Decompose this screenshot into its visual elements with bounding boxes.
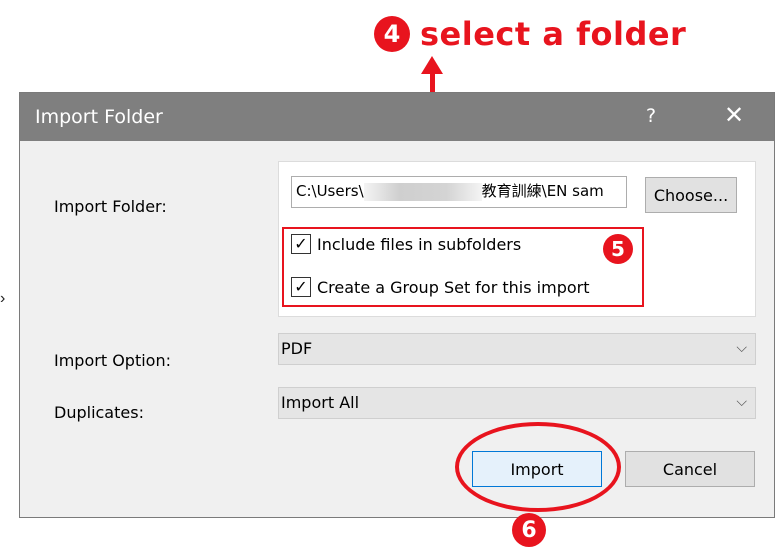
import-option-select[interactable]: PDF ⌵	[278, 333, 756, 365]
duplicates-select[interactable]: Import All ⌵	[278, 387, 756, 419]
import-option-value: PDF	[281, 339, 313, 358]
dialog-titlebar: Import Folder ? ✕	[20, 93, 774, 141]
step6-badge: 6	[512, 513, 546, 547]
step4-annotation: 4 select a folder	[374, 12, 686, 56]
duplicates-value: Import All	[281, 393, 360, 412]
redacted-path-segment	[363, 182, 482, 201]
import-folder-label: Import Folder:	[54, 197, 167, 216]
import-folder-dialog: Import Folder ? ✕ Import Folder: C:\User…	[19, 92, 775, 518]
dialog-title: Import Folder	[35, 106, 163, 128]
duplicates-label: Duplicates:	[54, 403, 144, 422]
cancel-button[interactable]: Cancel	[625, 451, 755, 487]
step4-text: select a folder	[420, 15, 687, 53]
path-suffix: 教育訓練\EN sam	[481, 182, 604, 200]
help-button[interactable]: ?	[646, 105, 656, 127]
close-button[interactable]: ✕	[724, 101, 744, 129]
step6-highlight	[455, 422, 621, 512]
chevron-down-icon: ⌵	[736, 394, 747, 410]
step4-badge: 4	[374, 16, 410, 52]
folder-path-input[interactable]: C:\Users\ 教育訓練\EN sam	[291, 176, 627, 208]
chevron-down-icon: ⌵	[736, 340, 747, 356]
choose-button[interactable]: Choose...	[645, 177, 737, 213]
side-chevron-icon: ›	[0, 290, 6, 307]
step5-highlight	[282, 227, 644, 307]
step5-badge: 5	[603, 234, 633, 264]
import-option-label: Import Option:	[54, 351, 171, 370]
path-prefix: C:\Users\	[296, 182, 364, 200]
